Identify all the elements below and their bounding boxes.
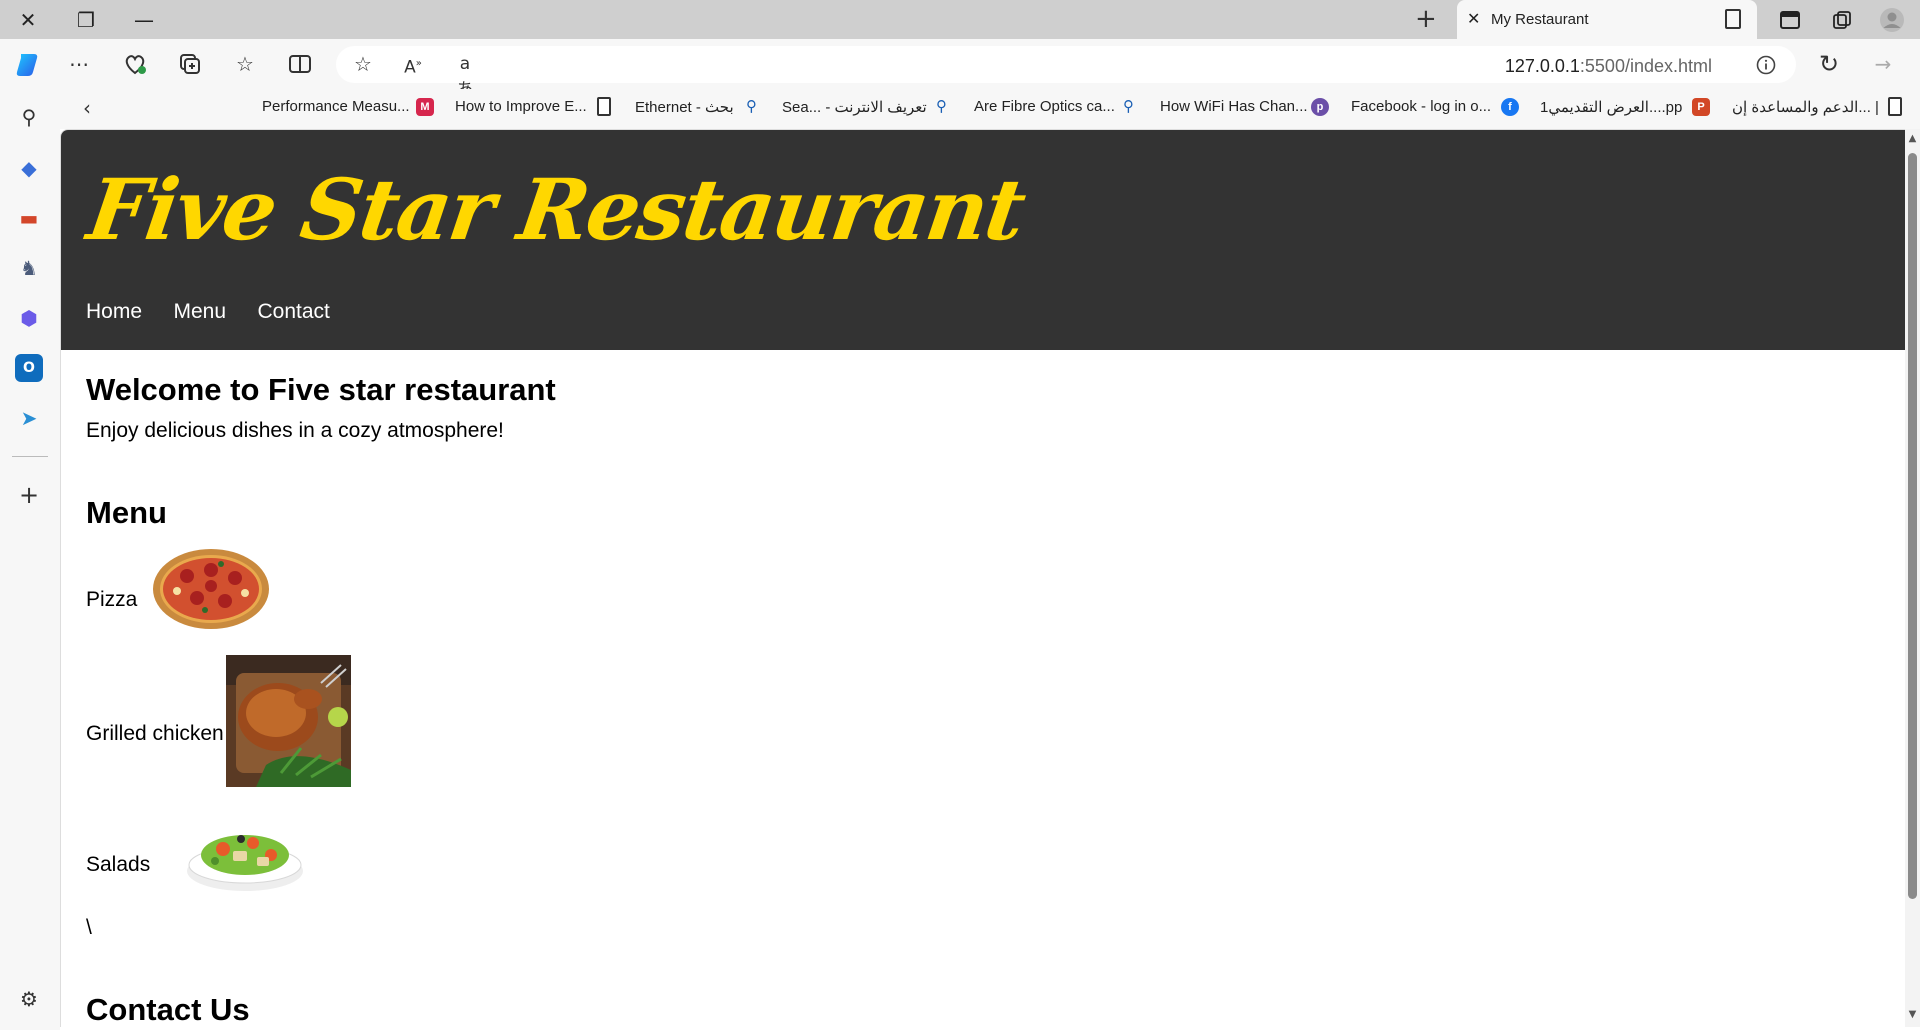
page-icon bbox=[597, 97, 611, 116]
copilot-icon[interactable] bbox=[12, 50, 42, 80]
forward-icon[interactable]: → bbox=[1870, 51, 1896, 77]
minimize-window-icon[interactable]: — bbox=[130, 6, 158, 34]
address-bar[interactable]: ☆ A» aあ 127.0.0.1:5500/index.html bbox=[336, 46, 1796, 100]
powerpoint-icon: P bbox=[1692, 98, 1710, 116]
games-icon[interactable]: ♞ bbox=[15, 254, 43, 282]
tools-icon[interactable]: ▬ bbox=[15, 204, 43, 232]
settings-gear-icon[interactable]: ⚙ bbox=[15, 985, 43, 1013]
telegram-icon[interactable]: ➤ bbox=[15, 404, 43, 432]
site-info-icon[interactable] bbox=[1756, 55, 1776, 75]
search-icon: ⚲ bbox=[1123, 97, 1134, 115]
salad-image bbox=[187, 835, 303, 891]
bookmark-item[interactable]: العرض التقديمي1....pp bbox=[1540, 98, 1682, 116]
favorites-icon[interactable]: ☆ bbox=[232, 51, 258, 77]
bookmark-item[interactable]: الدعم والمساعدة إن... | bbox=[1732, 98, 1879, 116]
tab-close-icon[interactable]: ✕ bbox=[1467, 9, 1487, 29]
microsoft-365-icon[interactable]: ⬢ bbox=[15, 304, 43, 332]
nav-home-link[interactable]: Home bbox=[86, 300, 142, 324]
search-icon: ⚲ bbox=[746, 97, 757, 115]
add-favorite-icon[interactable]: ☆ bbox=[350, 51, 376, 77]
new-tab-icon[interactable]: + bbox=[1415, 4, 1437, 34]
welcome-heading: Welcome to Five star restaurant bbox=[86, 372, 556, 407]
page-icon bbox=[1725, 9, 1741, 29]
tab-my-restaurant[interactable]: ✕ My Restaurant bbox=[1457, 0, 1757, 39]
scroll-up-arrow-icon[interactable]: ▲ bbox=[1905, 133, 1920, 144]
bookmarks-bar: ‹ Performance Measu... M How to Improve … bbox=[60, 89, 1920, 129]
chevron-left-icon[interactable]: ‹ bbox=[74, 95, 100, 121]
browser-titlebar: ✕ ❐ — + ✕ My Restaurant bbox=[0, 0, 1920, 39]
shopping-tag-icon[interactable]: ◆ bbox=[15, 154, 43, 182]
search-icon[interactable]: ⚲ bbox=[15, 103, 43, 131]
split-screen-icon[interactable] bbox=[287, 51, 313, 77]
edge-sidebar: ⚲ ◆ ▬ ♞ ⬢ O ➤ + ⚙ bbox=[0, 89, 60, 1030]
site-nav: Home Menu Contact bbox=[86, 300, 357, 324]
bookmark-item[interactable]: Ethernet - بحث bbox=[635, 98, 734, 116]
contact-heading: Contact Us bbox=[86, 992, 250, 1027]
restore-window-icon[interactable]: ❐ bbox=[72, 6, 100, 34]
nav-contact-link[interactable]: Contact bbox=[257, 300, 329, 324]
outlook-icon[interactable]: O bbox=[15, 354, 43, 382]
page-scrollbar[interactable]: ▲ ▼ bbox=[1905, 129, 1920, 1027]
grilled-chicken-image bbox=[226, 655, 351, 787]
add-icon[interactable]: + bbox=[15, 481, 43, 509]
menu-heading: Menu bbox=[86, 495, 167, 530]
bookmark-item[interactable]: Facebook - log in o... bbox=[1351, 98, 1491, 115]
page-icon bbox=[1888, 97, 1902, 116]
bookmark-item[interactable]: Sea... - تعريف الانترنت bbox=[782, 98, 927, 116]
profile-avatar-icon[interactable] bbox=[1880, 8, 1904, 32]
more-options-icon[interactable]: ⋯ bbox=[66, 51, 92, 77]
sidebar-divider bbox=[12, 456, 48, 457]
stray-text: \ bbox=[86, 916, 92, 939]
close-window-icon[interactable]: ✕ bbox=[14, 6, 42, 34]
bookmark-item[interactable]: How to Improve E... bbox=[455, 98, 587, 115]
nav-menu-link[interactable]: Menu bbox=[173, 300, 226, 324]
site-logo: Five Star Restaurant bbox=[82, 160, 1030, 259]
m-logo-icon: M bbox=[416, 98, 434, 116]
bookmark-item[interactable]: Are Fibre Optics ca... bbox=[974, 98, 1115, 115]
browser-essentials-icon[interactable] bbox=[122, 51, 148, 77]
bookmark-item[interactable]: How WiFi Has Chan... bbox=[1160, 98, 1308, 115]
tab-title: My Restaurant bbox=[1491, 11, 1589, 28]
facebook-icon: f bbox=[1501, 98, 1519, 116]
split-screen-icon[interactable] bbox=[1778, 8, 1802, 32]
welcome-text: Enjoy delicious dishes in a cozy atmosph… bbox=[86, 419, 504, 442]
scroll-down-arrow-icon[interactable]: ▼ bbox=[1905, 1009, 1920, 1020]
menu-item-label: Salads bbox=[86, 853, 151, 876]
site-header: Five Star Restaurant Home Menu Contact bbox=[61, 130, 1905, 350]
collections-icon[interactable] bbox=[177, 51, 203, 77]
p-logo-icon: p bbox=[1311, 98, 1329, 116]
address-url[interactable]: 127.0.0.1:5500/index.html bbox=[1505, 56, 1712, 77]
workspaces-icon[interactable] bbox=[1830, 8, 1854, 32]
menu-item-label: Grilled chicken bbox=[86, 722, 224, 745]
read-aloud-icon[interactable]: A» bbox=[400, 51, 426, 78]
page-viewport: Five Star Restaurant Home Menu Contact W… bbox=[60, 129, 1905, 1027]
translate-icon[interactable]: aあ bbox=[452, 51, 478, 100]
search-icon: ⚲ bbox=[936, 97, 947, 115]
refresh-icon[interactable]: ↻ bbox=[1816, 51, 1842, 77]
menu-item-label: Pizza bbox=[86, 588, 138, 611]
scrollbar-thumb[interactable] bbox=[1908, 153, 1917, 899]
pizza-image bbox=[153, 549, 269, 629]
browser-toolbar: ⋯ ☆ ☆ A» aあ 127.0.0.1:5500/index.html ↻ … bbox=[0, 39, 1920, 100]
bookmark-item[interactable]: Performance Measu... bbox=[262, 98, 410, 115]
